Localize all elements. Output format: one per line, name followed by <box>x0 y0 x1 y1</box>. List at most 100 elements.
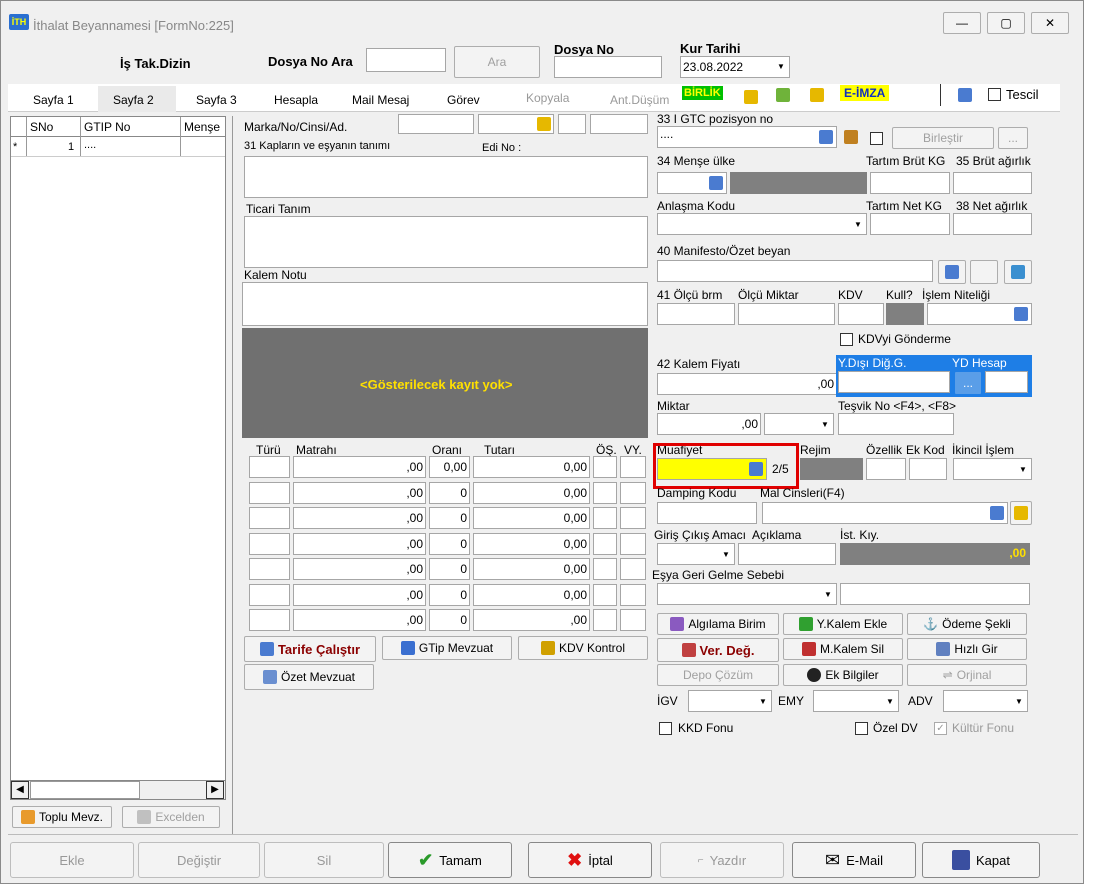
mal-cinsleri-input[interactable] <box>762 502 1008 524</box>
chevron-down-icon[interactable]: ▼ <box>1015 459 1031 479</box>
tax-oran-input[interactable]: 0 <box>429 507 470 529</box>
scroll-thumb[interactable] <box>30 781 140 799</box>
mense-ulke-input[interactable] <box>657 172 727 194</box>
esya-geri-input[interactable] <box>840 583 1030 605</box>
kur-tarihi-input[interactable]: 23.08.2022 ▼ <box>680 56 790 78</box>
tax-os-input[interactable] <box>593 609 617 631</box>
tax-turu-input[interactable] <box>249 609 290 631</box>
kdv-input[interactable] <box>838 303 884 325</box>
marka-input-1[interactable] <box>398 114 474 134</box>
hizli-gir-button[interactable]: Hızlı Gir <box>907 638 1027 660</box>
olcu-miktar-input[interactable] <box>738 303 835 325</box>
tax-oran-input[interactable]: 0 <box>429 558 470 580</box>
kalem-notu-textarea[interactable] <box>242 282 648 326</box>
tartim-net-input[interactable] <box>870 213 950 235</box>
tax-vy-input[interactable] <box>620 583 646 606</box>
marka-input-2[interactable] <box>478 114 554 134</box>
tax-tutar-input[interactable]: ,00 <box>473 609 590 631</box>
tax-matrah-input[interactable]: ,00 <box>293 456 426 478</box>
tab-kopyala[interactable]: Kopyala <box>526 91 569 105</box>
orjinal-button[interactable]: ⇌ Orjinal <box>907 664 1027 686</box>
tax-vy-input[interactable] <box>620 532 646 555</box>
mal-cinsleri-edit-button[interactable] <box>1010 501 1032 525</box>
adv-select[interactable]: ▼ <box>943 690 1028 712</box>
islem-niteligi-input[interactable] <box>927 303 1032 325</box>
manifesto-input[interactable] <box>657 260 933 282</box>
dosya-no-ara-input[interactable] <box>366 48 446 72</box>
grid-scrollbar[interactable]: ◀ ▶ <box>11 780 225 799</box>
maximize-button[interactable]: ▢ <box>987 12 1025 34</box>
tax-os-input[interactable] <box>593 583 617 606</box>
tamam-button[interactable]: ✔ Tamam <box>388 842 512 878</box>
tax-tutar-input[interactable]: 0,00 <box>473 532 590 555</box>
toplu-mevz-button[interactable]: Toplu Mevz. <box>12 806 112 828</box>
miktar-unit-select[interactable]: ▼ <box>764 413 834 435</box>
ikincil-islem-select[interactable]: ▼ <box>953 458 1032 480</box>
is-takip-dizin[interactable]: İş Tak.Dizin <box>120 56 191 71</box>
gtc-checkbox[interactable] <box>870 132 883 145</box>
folder-open-icon[interactable] <box>744 90 758 104</box>
lookup-icon[interactable] <box>819 130 833 144</box>
marka-input-3[interactable] <box>558 114 586 134</box>
degistir-button[interactable]: Değiştir <box>138 842 260 878</box>
sil-button[interactable]: Sil <box>264 842 384 878</box>
miktar-input[interactable]: ,00 <box>657 413 761 435</box>
marka-input-4[interactable] <box>590 114 648 134</box>
odeme-sekli-button[interactable]: ⚓ Ödeme Şekli <box>907 613 1027 635</box>
chevron-down-icon[interactable]: ▼ <box>817 414 833 434</box>
ara-button[interactable]: Ara <box>454 46 540 78</box>
muafiyet-input[interactable] <box>657 458 767 480</box>
tax-tutar-input[interactable]: 0,00 <box>473 558 590 580</box>
tax-vy-input[interactable] <box>620 481 646 504</box>
scroll-left-icon[interactable]: ◀ <box>11 781 29 799</box>
tesvik-no-input[interactable] <box>838 413 954 435</box>
tax-tutar-input[interactable]: 0,00 <box>473 583 590 606</box>
gtip-mevzuat-button[interactable]: GTip Mevzuat <box>382 636 512 660</box>
tescil-checkbox[interactable] <box>988 88 1001 101</box>
e-imza-button[interactable]: E-İMZA <box>840 85 890 101</box>
yd-hesap-lookup[interactable]: ... <box>954 371 982 395</box>
tax-vy-input[interactable] <box>620 558 646 580</box>
tab-hesapla[interactable]: Hesapla <box>274 93 318 107</box>
lookup-icon[interactable] <box>709 176 723 190</box>
yeni-kalem-ekle-button[interactable]: Y.Kalem Ekle <box>783 613 903 635</box>
ek-bilgiler-button[interactable]: Ek Bilgiler <box>783 664 903 686</box>
tax-matrah-input[interactable]: ,00 <box>293 507 426 529</box>
ek-kod-input[interactable] <box>909 458 947 480</box>
grid-col-mense[interactable]: Menşe <box>184 120 220 134</box>
tab-sayfa-3[interactable]: Sayfa 3 <box>196 93 237 107</box>
ozellik-input[interactable] <box>866 458 906 480</box>
edit-icon[interactable] <box>537 117 551 131</box>
tax-os-input[interactable] <box>593 481 617 504</box>
grid-col-gtip[interactable]: GTIP No <box>84 120 130 134</box>
tax-turu-input[interactable] <box>249 481 290 504</box>
tax-vy-input[interactable] <box>620 456 646 478</box>
depo-cozum-button[interactable]: Depo Çözüm <box>657 664 779 686</box>
export-icon[interactable] <box>810 88 824 102</box>
giris-cikis-select[interactable]: ▼ <box>657 543 735 565</box>
tax-tutar-input[interactable]: 0,00 <box>473 507 590 529</box>
kalem-sil-button[interactable]: M.Kalem Sil <box>783 638 903 660</box>
lookup-icon[interactable] <box>1014 307 1028 321</box>
grid-col-sno[interactable]: SNo <box>30 120 53 134</box>
yazdir-button[interactable]: ⌐ Yazdır <box>660 842 784 878</box>
tax-tutar-input[interactable]: 0,00 <box>473 481 590 504</box>
emy-select[interactable]: ▼ <box>813 690 899 712</box>
chevron-down-icon[interactable]: ▼ <box>755 691 771 711</box>
tax-oran-input[interactable]: 0 <box>429 609 470 631</box>
tax-oran-input[interactable]: 0 <box>429 532 470 555</box>
iptal-button[interactable]: ✖ İptal <box>528 842 652 878</box>
tab-gorev[interactable]: Görev <box>447 93 480 107</box>
lookup-icon[interactable] <box>990 506 1004 520</box>
yd-hesap-input[interactable] <box>985 371 1028 393</box>
tax-os-input[interactable] <box>593 532 617 555</box>
minimize-button[interactable]: — <box>943 12 981 34</box>
document-icon[interactable] <box>958 88 972 102</box>
email-button[interactable]: ✉ E-Mail <box>792 842 916 878</box>
ekle-button[interactable]: Ekle <box>10 842 134 878</box>
birlik-button[interactable]: BİRLİK <box>682 86 723 100</box>
damping-kodu-input[interactable] <box>657 502 757 524</box>
ydisi-dig-input[interactable] <box>838 371 950 393</box>
tartim-brut-input[interactable] <box>870 172 950 194</box>
chevron-down-icon[interactable]: ▼ <box>882 691 898 711</box>
